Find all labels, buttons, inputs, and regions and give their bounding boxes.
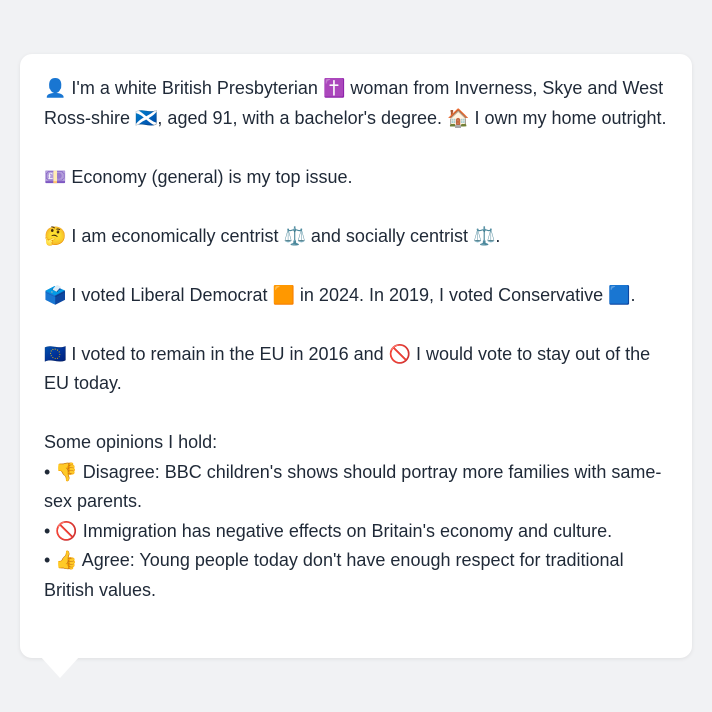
- opinion-item: • 👍 Agree: Young people today don't have…: [44, 550, 624, 600]
- bubble-tail: [40, 656, 80, 678]
- ideology-text: 🤔 I am economically centrist ⚖️ and soci…: [44, 225, 501, 246]
- identity-text: 👤 I'm a white British Presbyterian ✝️ wo…: [44, 78, 667, 128]
- votes-text: 🗳️ I voted Liberal Democrat 🟧 in 2024. I…: [44, 284, 636, 305]
- eu-text: 🇪🇺 I voted to remain in the EU in 2016 a…: [44, 343, 651, 394]
- top-issue-text: 💷 Economy (general) is my top issue.: [44, 166, 353, 187]
- opinions-heading: Some opinions I hold:: [44, 432, 218, 452]
- opinion-item: • 👎 Disagree: BBC children's shows shoul…: [44, 461, 662, 512]
- chat-message-bubble: 👤 I'm a white British Presbyterian ✝️ wo…: [20, 54, 692, 658]
- opinion-item: • 🚫 Immigration has negative effects on …: [44, 520, 613, 541]
